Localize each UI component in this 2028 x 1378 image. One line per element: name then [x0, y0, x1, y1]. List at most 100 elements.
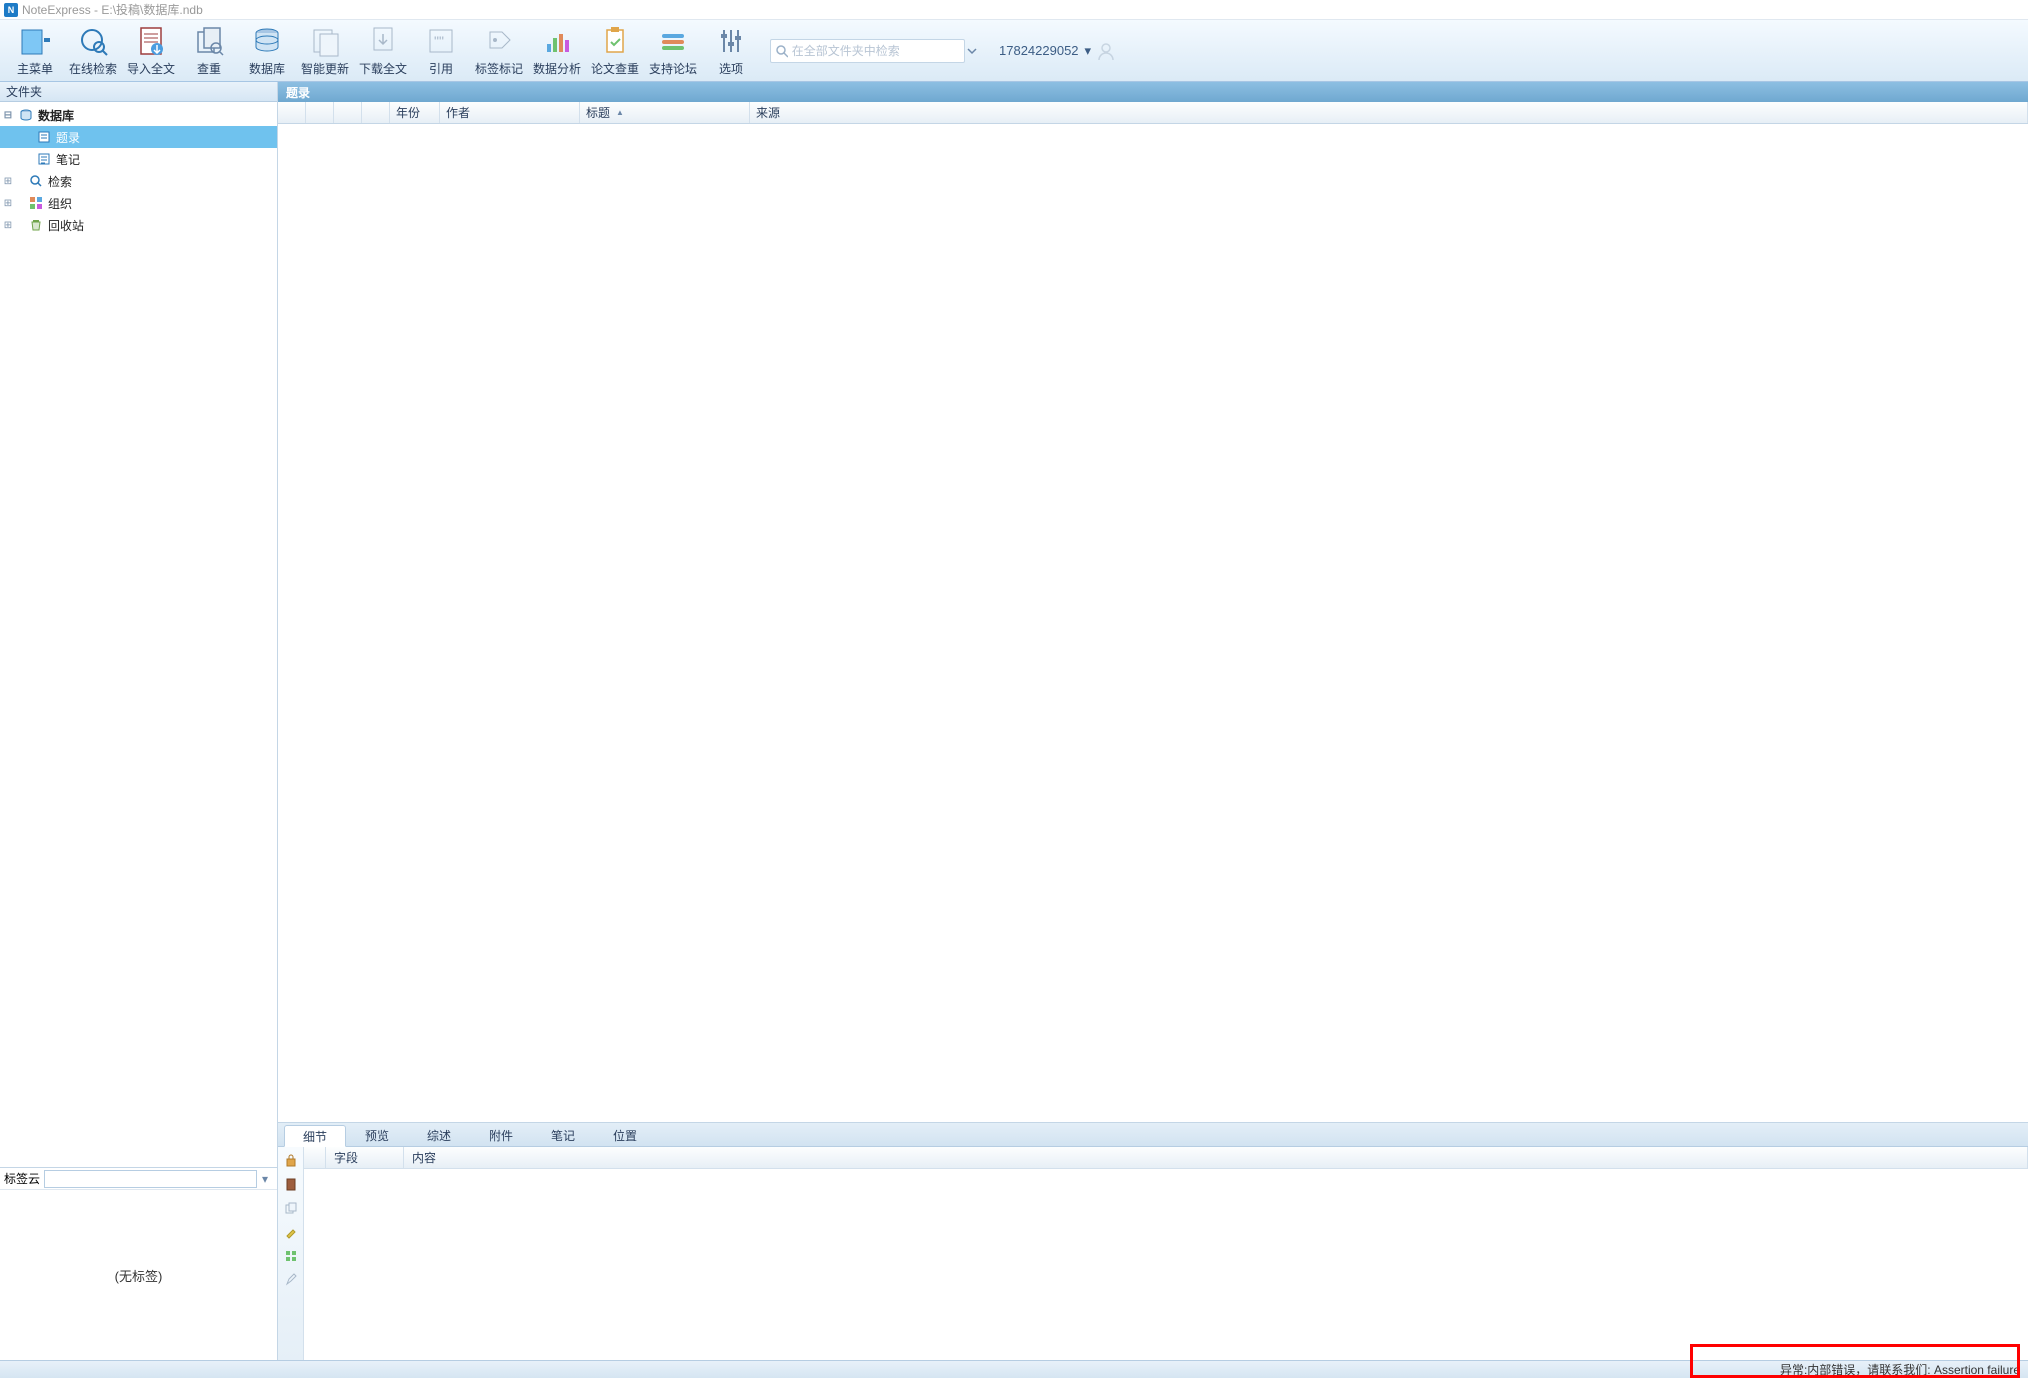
expand-toggle-icon[interactable]: ⊞: [2, 220, 14, 231]
data-analysis-button[interactable]: 数据分析: [528, 23, 586, 79]
database-folder-icon: [18, 107, 34, 123]
book-icon[interactable]: [282, 1175, 300, 1193]
tree-label: 数据库: [38, 107, 74, 124]
chart-icon: [540, 24, 574, 58]
detail-col-blank[interactable]: [304, 1147, 326, 1168]
col-year[interactable]: 年份: [390, 102, 440, 123]
download-icon: [366, 24, 400, 58]
tab-note[interactable]: 笔记: [532, 1124, 594, 1146]
import-fulltext-button[interactable]: 导入全文: [122, 23, 180, 79]
tree-node-search[interactable]: ⊞ 检索: [0, 170, 277, 192]
detail-tool-strip: [278, 1147, 304, 1360]
app-icon: N: [4, 3, 18, 17]
notes-icon: [36, 151, 52, 167]
tree-node-recycle[interactable]: ⊞ 回收站: [0, 214, 277, 236]
detail-pane: 细节 预览 综述 附件 笔记 位置: [278, 1122, 2028, 1360]
cite-icon: "": [424, 24, 458, 58]
database-icon: [250, 24, 284, 58]
clipboard-icon: [598, 24, 632, 58]
sidebar: 文件夹 ⊟ 数据库 题录: [0, 82, 278, 1360]
tree-label: 笔记: [56, 151, 80, 168]
ribbon-toolbar: 主菜单 在线检索 导入全文 查重 数据库 智能更新 下载全文: [0, 20, 2028, 82]
col-star[interactable]: [306, 102, 334, 123]
dedup-button[interactable]: 查重: [180, 23, 238, 79]
detail-tabs: 细节 预览 综述 附件 笔记 位置: [278, 1123, 2028, 1147]
status-bar: 异常:内部错误，请联系我们: Assertion failure: [0, 1360, 2028, 1378]
lock-icon[interactable]: [282, 1151, 300, 1169]
svg-text:"": "": [434, 33, 444, 49]
forum-icon: [656, 24, 690, 58]
tab-attachment[interactable]: 附件: [470, 1124, 532, 1146]
col-link[interactable]: [362, 102, 390, 123]
col-source[interactable]: 来源: [750, 102, 2028, 123]
sidebar-header: 文件夹: [0, 82, 277, 102]
online-search-button[interactable]: 在线检索: [64, 23, 122, 79]
folder-tree: ⊟ 数据库 题录 笔记: [0, 102, 277, 1167]
records-body: [278, 124, 2028, 1122]
tagcloud-dropdown-icon[interactable]: ▾: [257, 1172, 273, 1186]
tree-label: 检索: [48, 173, 72, 190]
search-dropdown-icon[interactable]: [967, 46, 985, 56]
edit-icon[interactable]: [282, 1271, 300, 1289]
tag-mark-button[interactable]: 标签标记: [470, 23, 528, 79]
records-icon: [36, 129, 52, 145]
detail-col-field[interactable]: 字段: [326, 1147, 404, 1168]
main-menu-icon: [18, 24, 52, 58]
expand-toggle-icon[interactable]: ⊟: [2, 110, 14, 121]
tab-location[interactable]: 位置: [594, 1124, 656, 1146]
cite-button[interactable]: "" 引用: [412, 23, 470, 79]
avatar-icon: [1096, 41, 1116, 61]
col-title[interactable]: 标题: [580, 102, 750, 123]
tab-preview[interactable]: 预览: [346, 1124, 408, 1146]
online-search-icon: [76, 24, 110, 58]
col-flag[interactable]: [278, 102, 306, 123]
user-dropdown-icon: ▾: [1085, 43, 1091, 59]
user-account[interactable]: 17824229052 ▾: [999, 41, 1116, 61]
detail-grid-body: [304, 1169, 2028, 1360]
records-header: 题录: [278, 82, 2028, 102]
col-attach[interactable]: [334, 102, 362, 123]
detail-col-content[interactable]: 内容: [404, 1147, 2028, 1168]
paper-check-button[interactable]: 论文查重: [586, 23, 644, 79]
title-bar: N NoteExpress - E:\投稿\数据库.ndb: [0, 0, 2028, 20]
records-column-header: 年份 作者 标题 来源: [278, 102, 2028, 124]
status-error-text: 异常:内部错误，请联系我们: Assertion failure: [1780, 1361, 2020, 1378]
tree-label: 回收站: [48, 217, 84, 234]
tag-icon: [482, 24, 516, 58]
expand-toggle-icon[interactable]: ⊞: [2, 198, 14, 209]
tree-node-organize[interactable]: ⊞ 组织: [0, 192, 277, 214]
options-button[interactable]: 选项: [702, 23, 760, 79]
database-button[interactable]: 数据库: [238, 23, 296, 79]
expand-toggle-icon[interactable]: ⊞: [2, 176, 14, 187]
tagcloud-label: 标签云: [4, 1170, 40, 1187]
download-fulltext-button[interactable]: 下载全文: [354, 23, 412, 79]
tab-summary[interactable]: 综述: [408, 1124, 470, 1146]
import-fulltext-icon: [134, 24, 168, 58]
tagcloud-filter-input[interactable]: [44, 1170, 257, 1188]
user-id-label: 17824229052: [999, 43, 1079, 58]
tagcloud-panel: 标签云 ▾ (无标签): [0, 1167, 277, 1360]
search-folder-icon: [28, 173, 44, 189]
app-title: NoteExpress - E:\投稿\数据库.ndb: [22, 1, 203, 18]
tagcloud-empty-text: (无标签): [0, 1190, 277, 1360]
tab-detail[interactable]: 细节: [284, 1125, 346, 1147]
search-box[interactable]: [770, 39, 965, 63]
content-area: 题录 年份 作者 标题 来源 细节 预览 综述 附件 笔记 位置: [278, 82, 2028, 1360]
tree-label: 组织: [48, 195, 72, 212]
support-forum-button[interactable]: 支持论坛: [644, 23, 702, 79]
col-author[interactable]: 作者: [440, 102, 580, 123]
main-menu-button[interactable]: 主菜单: [6, 23, 64, 79]
tree-root-database[interactable]: ⊟ 数据库: [0, 104, 277, 126]
sliders-icon: [714, 24, 748, 58]
tree-node-records[interactable]: 题录: [0, 126, 277, 148]
smart-update-icon: [308, 24, 342, 58]
grid-icon[interactable]: [282, 1247, 300, 1265]
tree-label: 题录: [56, 129, 80, 146]
smart-update-button[interactable]: 智能更新: [296, 23, 354, 79]
tree-node-notes[interactable]: 笔记: [0, 148, 277, 170]
brush-icon[interactable]: [282, 1223, 300, 1241]
recycle-icon: [28, 217, 44, 233]
search-input[interactable]: [792, 44, 960, 58]
dedup-icon: [192, 24, 226, 58]
copy-icon[interactable]: [282, 1199, 300, 1217]
